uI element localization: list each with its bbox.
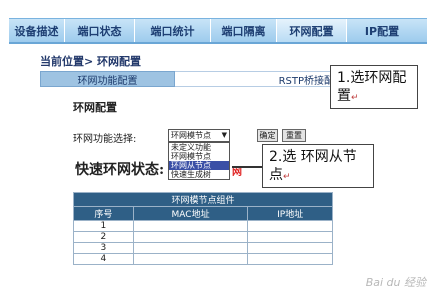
node-table: 环网模节点组件 序号 MAC地址 IP地址 1 2 3 4 [73,192,333,265]
row-ip [247,253,333,265]
row-ip [247,220,333,232]
ring-function-select[interactable]: 环网模节点 ▼ [168,129,230,142]
breadcrumb: 当前位置> 环网配置 [40,55,142,68]
row-index: 2 [73,231,134,243]
callout-step-2: 2.选 环网从节点↵ [262,144,374,188]
chevron-down-icon: ▼ [221,131,227,139]
row-index: 1 [73,220,134,232]
table-row: 3 [73,242,333,254]
ring-function-label: 环网功能选择: [73,134,137,145]
table-caption: 环网模节点组件 [73,192,333,207]
header-index: 序号 [73,206,134,221]
section-title: 环网配置 [73,101,117,114]
table-row: 2 [73,231,333,243]
nav-device-description[interactable]: 设备描述 [9,19,65,42]
sub-tabs: 环网功能配置 RSTP桥接配 [40,71,340,87]
ring-status-label: 快速环网状态: [75,162,165,178]
nav-port-statistics[interactable]: 端口统计 [135,19,211,42]
table-row: 1 [73,220,333,232]
row-mac [132,231,249,243]
option-slave-node[interactable]: 环网从节点 [169,161,229,170]
header-mac: MAC地址 [132,206,249,221]
select-value: 环网模节点 [171,131,211,140]
row-ip [247,242,333,254]
reset-button[interactable]: 重置 [282,129,306,142]
option-undefined[interactable]: 未定义功能 [169,143,229,152]
top-nav: 设备描述 端口状态 端口统计 端口隔离 环网配置 IP配置 [9,18,427,44]
watermark: Bai du 经验 [365,276,426,289]
return-mark-icon: ↵ [351,93,359,103]
tab-ring-function-config[interactable]: 环网功能配置 [40,71,175,87]
option-master-node[interactable]: 环网模节点 [169,152,229,161]
callout-pointer-line [232,166,262,168]
option-rapid-spanning-tree[interactable]: 快速生成树 [169,170,229,179]
row-mac [132,220,249,232]
nav-ring-config[interactable]: 环网配置 [277,19,347,42]
callout-step-1: 1.选环网配置↵ [330,65,418,109]
callout-step-1-text: 1.选环网配置 [337,70,407,104]
row-index: 3 [73,242,134,254]
tab-rstp-bridge-config[interactable]: RSTP桥接配 [175,71,340,87]
table-row: 4 [73,253,333,265]
header-ip: IP地址 [247,206,333,221]
row-index: 4 [73,253,134,265]
row-mac [132,253,249,265]
ring-function-options: 未定义功能 环网模节点 环网从节点 快速生成树 [168,142,230,180]
return-mark-icon: ↵ [283,172,291,182]
nav-port-isolation[interactable]: 端口隔离 [211,19,277,42]
nav-port-status[interactable]: 端口状态 [65,19,135,42]
ok-button[interactable]: 确定 [257,129,278,142]
row-ip [247,231,333,243]
nav-ip-config[interactable]: IP配置 [347,19,417,42]
row-mac [132,242,249,254]
